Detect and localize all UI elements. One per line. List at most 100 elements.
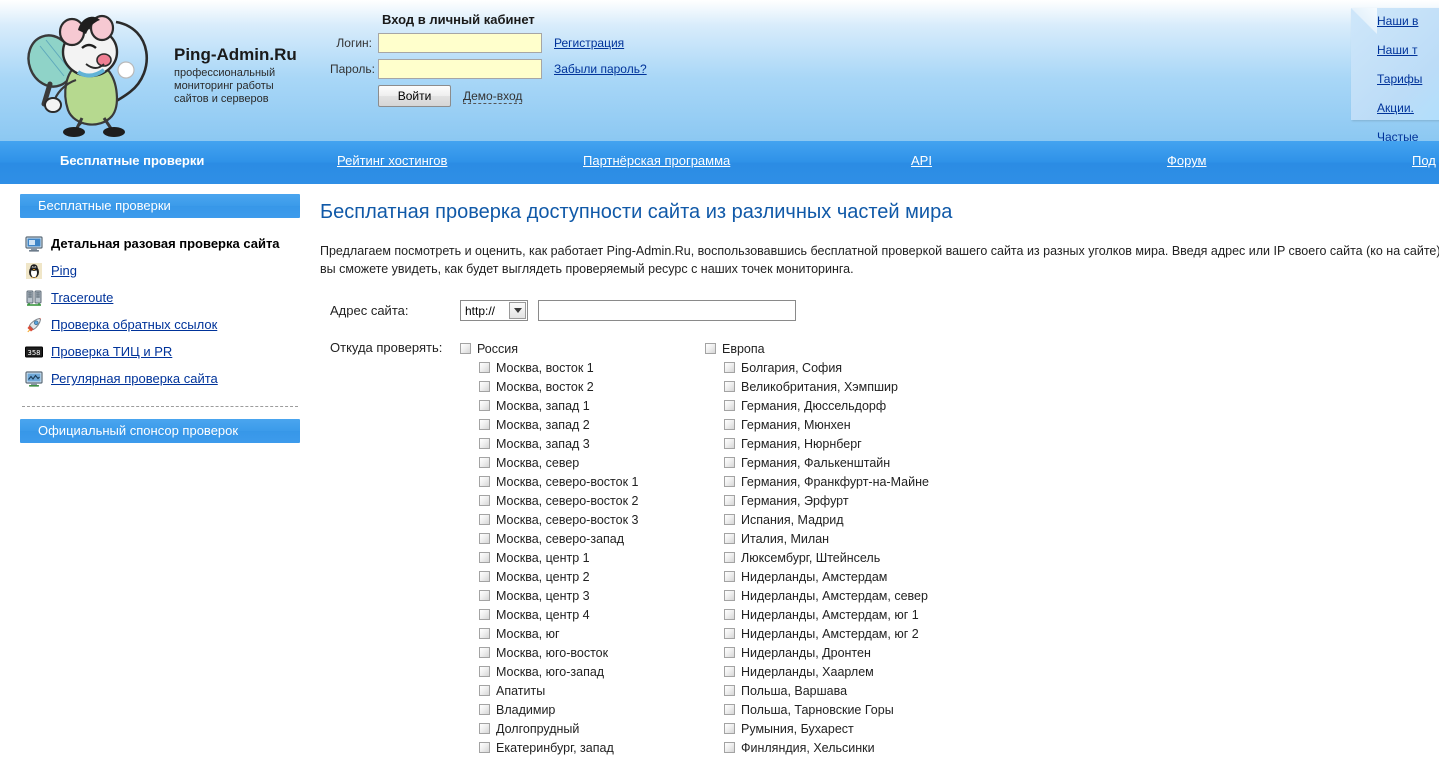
list-item[interactable]: Москва, центр 1: [460, 548, 705, 567]
checkbox-location[interactable]: [479, 723, 490, 734]
list-item[interactable]: Болгария, София: [705, 358, 1005, 377]
list-item[interactable]: Москва, северо-запад: [460, 529, 705, 548]
sidebar-item-backlinks[interactable]: Проверка обратных ссылок: [20, 311, 300, 338]
site-address-input[interactable]: [538, 300, 796, 321]
sidebar-item-regular-check[interactable]: Регулярная проверка сайта: [20, 365, 300, 392]
registration-link[interactable]: Регистрация: [554, 36, 624, 50]
checkbox-location[interactable]: [724, 552, 735, 563]
checkbox-location[interactable]: [479, 571, 490, 582]
list-item[interactable]: Нидерланды, Хаарлем: [705, 662, 1005, 681]
chevron-down-icon[interactable]: [509, 302, 526, 319]
forgot-password-link[interactable]: Забыли пароль?: [554, 62, 647, 76]
list-item[interactable]: Москва, запад 3: [460, 434, 705, 453]
list-item[interactable]: Румыния, Бухарест: [705, 719, 1005, 738]
list-item[interactable]: Нидерланды, Амстердам, юг 1: [705, 605, 1005, 624]
list-item[interactable]: Германия, Фалькенштайн: [705, 453, 1005, 472]
checkbox-location[interactable]: [724, 457, 735, 468]
list-item[interactable]: Москва, восток 2: [460, 377, 705, 396]
list-item[interactable]: Москва, запад 1: [460, 396, 705, 415]
checkbox-location[interactable]: [724, 723, 735, 734]
list-item[interactable]: Москва, запад 2: [460, 415, 705, 434]
list-item[interactable]: Москва, юго-запад: [460, 662, 705, 681]
checkbox-location[interactable]: [724, 571, 735, 582]
sidebar-label-tic-pr[interactable]: Проверка ТИЦ и PR: [51, 344, 172, 359]
list-item[interactable]: Москва, центр 3: [460, 586, 705, 605]
password-input[interactable]: [378, 59, 542, 79]
info-link-2[interactable]: Тарифы: [1377, 72, 1439, 87]
checkbox-location[interactable]: [724, 362, 735, 373]
list-item[interactable]: Москва, центр 4: [460, 605, 705, 624]
sidebar-label-regular-check[interactable]: Регулярная проверка сайта: [51, 371, 218, 386]
list-item[interactable]: Москва, северо-восток 1: [460, 472, 705, 491]
checkbox-location[interactable]: [479, 742, 490, 753]
login-submit-button[interactable]: Войти: [378, 85, 451, 107]
list-item[interactable]: Германия, Эрфурт: [705, 491, 1005, 510]
checkbox-location[interactable]: [724, 704, 735, 715]
list-item[interactable]: Москва, юг: [460, 624, 705, 643]
sidebar-label-ping[interactable]: Ping: [51, 263, 77, 278]
list-item[interactable]: Нидерланды, Амстердам: [705, 567, 1005, 586]
checkbox-location[interactable]: [479, 647, 490, 658]
checkbox-location[interactable]: [724, 438, 735, 449]
checkbox-location[interactable]: [479, 590, 490, 601]
list-item[interactable]: Москва, северо-восток 3: [460, 510, 705, 529]
list-item[interactable]: Финляндия, Хельсинки: [705, 738, 1005, 757]
list-item[interactable]: Москва, северо-восток 2: [460, 491, 705, 510]
nav-item-free-checks[interactable]: Бесплатные проверки: [60, 153, 204, 168]
group-header-russia[interactable]: Россия: [460, 339, 705, 358]
checkbox-russia[interactable]: [460, 343, 471, 354]
checkbox-location[interactable]: [479, 609, 490, 620]
list-item[interactable]: Польша, Тарновские Горы: [705, 700, 1005, 719]
info-link-4[interactable]: Частые: [1377, 130, 1439, 141]
checkbox-location[interactable]: [724, 419, 735, 430]
demo-login-link[interactable]: Демо-вход: [463, 89, 522, 104]
list-item[interactable]: Нидерланды, Амстердам, юг 2: [705, 624, 1005, 643]
sidebar-item-traceroute[interactable]: Traceroute: [20, 284, 300, 311]
list-item[interactable]: Москва, восток 1: [460, 358, 705, 377]
checkbox-location[interactable]: [479, 400, 490, 411]
checkbox-location[interactable]: [724, 666, 735, 677]
checkbox-location[interactable]: [724, 533, 735, 544]
list-item[interactable]: Нидерланды, Дронтен: [705, 643, 1005, 662]
checkbox-location[interactable]: [479, 628, 490, 639]
list-item[interactable]: Польша, Варшава: [705, 681, 1005, 700]
checkbox-location[interactable]: [724, 590, 735, 601]
checkbox-location[interactable]: [724, 400, 735, 411]
list-item[interactable]: Германия, Дюссельдорф: [705, 396, 1005, 415]
login-input[interactable]: [378, 33, 542, 53]
list-item[interactable]: Испания, Мадрид: [705, 510, 1005, 529]
checkbox-location[interactable]: [724, 742, 735, 753]
list-item[interactable]: Екатеринбург, запад: [460, 738, 705, 757]
info-link-1[interactable]: Наши т: [1377, 43, 1439, 58]
sidebar-label-backlinks[interactable]: Проверка обратных ссылок: [51, 317, 217, 332]
checkbox-location[interactable]: [724, 476, 735, 487]
checkbox-location[interactable]: [479, 704, 490, 715]
sidebar-item-ping[interactable]: Ping: [20, 257, 300, 284]
nav-item-api[interactable]: API: [911, 153, 932, 168]
checkbox-location[interactable]: [724, 628, 735, 639]
checkbox-location[interactable]: [479, 457, 490, 468]
logo-block[interactable]: Ping-Admin.Ru профессиональный мониторин…: [14, 2, 314, 138]
nav-item-support[interactable]: Под: [1412, 153, 1436, 168]
checkbox-location[interactable]: [724, 647, 735, 658]
checkbox-location[interactable]: [479, 495, 490, 506]
info-link-3[interactable]: Акции.: [1377, 101, 1439, 116]
checkbox-location[interactable]: [724, 495, 735, 506]
checkbox-location[interactable]: [479, 514, 490, 525]
sidebar-item-detailed-check[interactable]: Детальная разовая проверка сайта: [20, 230, 300, 257]
list-item[interactable]: Нидерланды, Амстердам, север: [705, 586, 1005, 605]
nav-item-hosting-rating[interactable]: Рейтинг хостингов: [337, 153, 447, 168]
checkbox-location[interactable]: [724, 609, 735, 620]
checkbox-location[interactable]: [724, 685, 735, 696]
checkbox-location[interactable]: [479, 552, 490, 563]
info-link-0[interactable]: Наши в: [1377, 14, 1439, 29]
list-item[interactable]: Германия, Мюнхен: [705, 415, 1005, 434]
nav-item-partner-program[interactable]: Партнёрская программа: [583, 153, 730, 168]
checkbox-location[interactable]: [479, 362, 490, 373]
protocol-select[interactable]: http://: [460, 300, 528, 321]
checkbox-location[interactable]: [724, 514, 735, 525]
list-item[interactable]: Германия, Франкфурт-на-Майне: [705, 472, 1005, 491]
list-item[interactable]: Люксембург, Штейнсель: [705, 548, 1005, 567]
list-item[interactable]: Москва, север: [460, 453, 705, 472]
checkbox-location[interactable]: [479, 666, 490, 677]
